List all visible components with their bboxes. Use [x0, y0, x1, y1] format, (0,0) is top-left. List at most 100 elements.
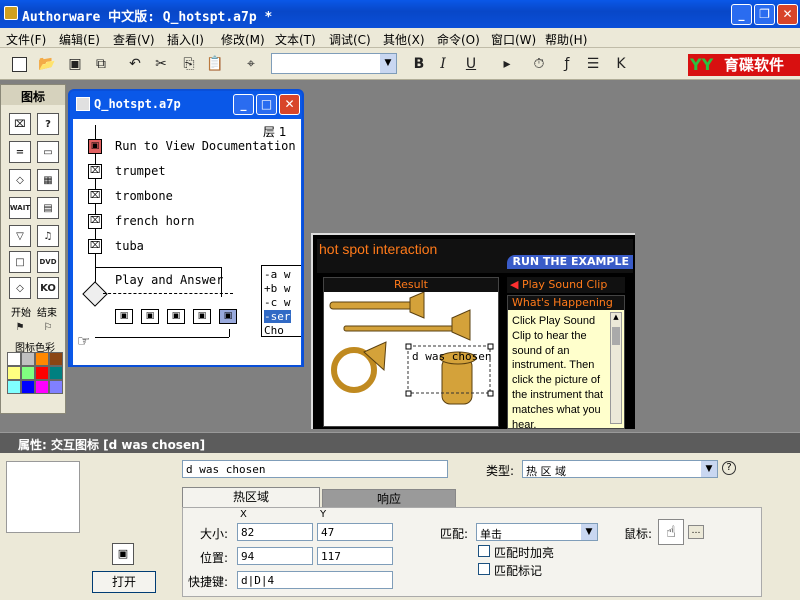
open-file-icon[interactable]: 📂 — [36, 53, 58, 75]
color-swatch[interactable] — [7, 380, 21, 394]
response-item[interactable]: Cho — [264, 324, 284, 337]
flow-icon-french-horn[interactable]: ⌧ — [88, 214, 102, 229]
start-flag-icon[interactable]: ⚑ — [9, 316, 31, 338]
size-y-field[interactable]: 47 — [317, 523, 393, 541]
response-icon-d[interactable]: ▣ — [193, 309, 211, 324]
paste-icon[interactable]: 📋 — [204, 53, 226, 75]
flow-icon-run[interactable]: ▣ — [88, 139, 102, 154]
map-icon[interactable]: ▭ — [37, 141, 59, 163]
color-swatch[interactable] — [49, 352, 63, 366]
flow-icon-trombone[interactable]: ⌧ — [88, 189, 102, 204]
import-icon[interactable]: ⧉ — [90, 53, 112, 75]
cursor-browse-button[interactable]: … — [688, 525, 704, 539]
color-swatch[interactable] — [35, 366, 49, 380]
knowledge-objects-icon[interactable]: K — [610, 53, 632, 75]
flow-minimize-button[interactable]: _ — [233, 94, 254, 115]
response-icon-b[interactable]: ▣ — [141, 309, 159, 324]
position-y-field[interactable]: 117 — [317, 547, 393, 565]
mark-checkbox[interactable] — [478, 563, 490, 575]
control-panel-icon[interactable]: ⏱ — [528, 53, 550, 75]
response-icon-c[interactable]: ▣ — [167, 309, 185, 324]
type-select[interactable]: 热 区 域 ▼ — [522, 460, 718, 478]
color-swatch[interactable] — [7, 352, 21, 366]
menu-text[interactable]: 文本(T) — [275, 31, 316, 48]
shortcut-field[interactable]: d|D|4 — [237, 571, 393, 589]
save-all-icon[interactable]: ▣ — [64, 53, 86, 75]
decision-icon[interactable]: ◇ — [9, 277, 31, 299]
find-icon[interactable]: ⌖ — [240, 53, 262, 75]
position-x-field[interactable]: 94 — [237, 547, 313, 565]
undo-icon[interactable]: ↶ — [124, 53, 146, 75]
response-name-field[interactable]: d was chosen — [182, 460, 448, 478]
copy-icon[interactable]: ⎘ — [178, 53, 200, 75]
response-item[interactable]: -c w — [264, 296, 291, 309]
sound-icon[interactable]: ♫ — [37, 225, 59, 247]
property-panel-title[interactable]: 属性: 交互图标 [d was chosen] — [0, 433, 800, 453]
flow-item[interactable]: Run to View Documentation — [115, 139, 296, 153]
menu-commands[interactable]: 命令(O) — [437, 31, 480, 48]
response-item[interactable]: -a w — [264, 268, 291, 281]
highlight-checkbox[interactable] — [478, 545, 490, 557]
text-style-select[interactable]: ▼ — [271, 53, 397, 74]
color-swatch[interactable] — [49, 380, 63, 394]
display-icon[interactable]: ⌧ — [9, 113, 31, 135]
play-sound-button[interactable]: ◀ Play Sound Clip — [507, 277, 625, 293]
menu-modify[interactable]: 修改(M) — [221, 31, 265, 48]
color-swatch[interactable] — [21, 352, 35, 366]
bold-button[interactable]: B — [408, 53, 430, 75]
hand-cursor-icon[interactable]: ☝ — [658, 519, 684, 545]
color-swatch[interactable] — [35, 352, 49, 366]
flow-icon-tuba[interactable]: ⌧ — [88, 239, 102, 254]
interaction-icon[interactable]: ? — [37, 113, 59, 135]
menu-help[interactable]: 帮助(H) — [545, 31, 587, 48]
tab-hotspot[interactable]: 热区域 — [182, 487, 320, 507]
flow-maximize-button[interactable]: □ — [256, 94, 277, 115]
color-swatch[interactable] — [49, 366, 63, 380]
end-flag-icon[interactable]: ⚐ — [37, 316, 59, 338]
flow-item[interactable]: trumpet — [115, 164, 166, 178]
wait-icon[interactable]: WAIT — [9, 197, 31, 219]
menu-file[interactable]: 文件(F) — [6, 31, 46, 48]
flow-item[interactable]: tuba — [115, 239, 144, 253]
open-button[interactable]: 打开 — [92, 571, 156, 593]
tab-response[interactable]: 响应 — [322, 489, 456, 509]
dvd-icon[interactable]: DVD — [37, 251, 59, 273]
restore-button[interactable]: ❐ — [754, 4, 775, 25]
cut-icon[interactable]: ✂ — [150, 53, 172, 75]
menu-view[interactable]: 查看(V) — [113, 31, 155, 48]
color-swatch[interactable] — [21, 380, 35, 394]
menu-insert[interactable]: 插入(I) — [167, 31, 204, 48]
response-icon-a[interactable]: ▣ — [115, 309, 133, 324]
menu-debug[interactable]: 调试(C) — [329, 31, 371, 48]
help-icon[interactable]: ? — [722, 461, 736, 475]
framework-icon[interactable]: □ — [9, 251, 31, 273]
knowledge-object-icon[interactable]: KO — [37, 277, 59, 299]
color-swatch[interactable] — [35, 380, 49, 394]
menu-window[interactable]: 窗口(W) — [491, 31, 536, 48]
functions-icon[interactable]: ƒ — [556, 53, 578, 75]
digital-movie-icon[interactable]: ▤ — [37, 197, 59, 219]
underline-button[interactable]: U — [460, 53, 482, 75]
navigate-icon[interactable]: ▽ — [9, 225, 31, 247]
calculation-icon[interactable]: = — [9, 141, 31, 163]
flow-item[interactable]: french horn — [115, 214, 194, 228]
menu-edit[interactable]: 编辑(E) — [59, 31, 100, 48]
erase-icon[interactable]: ◇ — [9, 169, 31, 191]
run-example-button[interactable]: RUN THE EXAMPLE — [507, 255, 633, 269]
title-bar[interactable]: Authorware 中文版: Q_hotspt.a7p * _ ❐ ✕ — [0, 0, 800, 28]
response-item[interactable]: +b w — [264, 282, 291, 295]
close-button[interactable]: ✕ — [777, 4, 798, 25]
restart-icon[interactable]: ▸ — [496, 53, 518, 75]
flow-icon-trumpet[interactable]: ⌧ — [88, 164, 102, 179]
color-swatch[interactable] — [7, 366, 21, 380]
minimize-button[interactable]: _ — [731, 4, 752, 25]
movie-icon[interactable]: ▦ — [37, 169, 59, 191]
flowline-window[interactable]: Q_hotspt.a7p _ □ ✕ 层 1 ▣ Run to View Doc… — [68, 89, 304, 367]
response-item-selected[interactable]: -ser — [264, 310, 291, 323]
flow-item[interactable]: trombone — [115, 189, 173, 203]
match-select[interactable]: 单击 ▼ — [476, 523, 598, 541]
flowline-canvas[interactable]: 层 1 ▣ Run to View Documentation ⌧ trumpe… — [73, 119, 301, 365]
italic-button[interactable]: I — [432, 53, 454, 75]
description-scrollbar[interactable]: ▲ — [610, 312, 622, 424]
color-swatch[interactable] — [21, 366, 35, 380]
